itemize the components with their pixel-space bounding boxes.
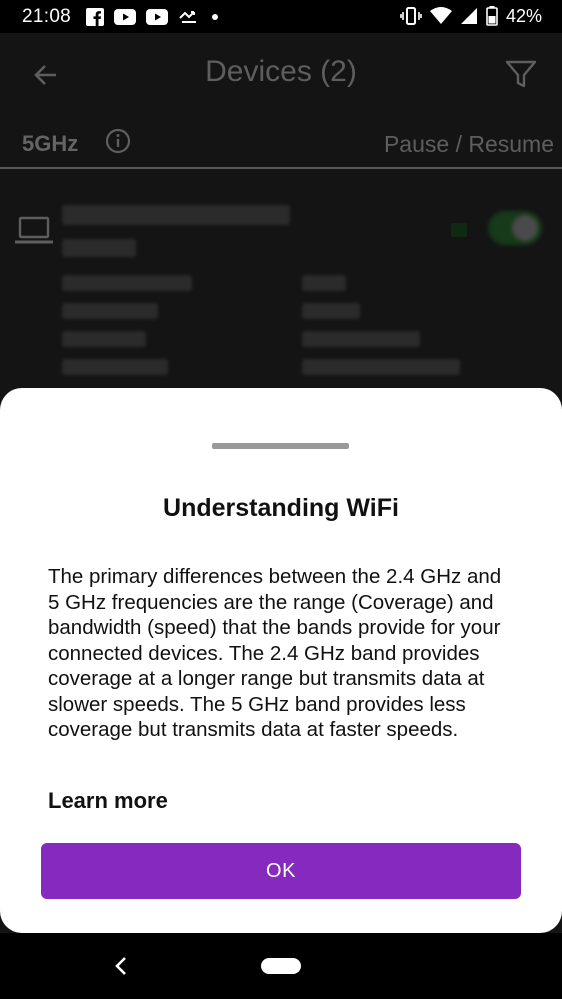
redacted-detail bbox=[302, 331, 420, 347]
page-title: Devices (2) bbox=[205, 55, 357, 88]
understanding-wifi-sheet: Understanding WiFi The primary differenc… bbox=[0, 388, 562, 933]
dot-icon bbox=[210, 12, 220, 22]
youtube-icon bbox=[146, 9, 168, 25]
vibrate-icon bbox=[400, 7, 422, 25]
status-time: 21:08 bbox=[22, 6, 72, 27]
battery-percent: 42% bbox=[505, 5, 542, 26]
facebook-icon bbox=[86, 8, 104, 26]
redacted-detail bbox=[302, 275, 346, 291]
ok-button[interactable]: OK bbox=[41, 843, 521, 899]
learn-more-link[interactable]: Learn more bbox=[48, 788, 168, 814]
drag-handle[interactable] bbox=[212, 443, 349, 449]
battery-icon bbox=[486, 6, 498, 26]
sync-icon bbox=[178, 8, 200, 26]
nav-back-icon[interactable] bbox=[111, 955, 131, 977]
home-pill-icon[interactable] bbox=[261, 958, 301, 974]
wifi-icon bbox=[429, 7, 452, 25]
band-label: 5GHz bbox=[22, 131, 79, 156]
sheet-title: Understanding WiFi bbox=[163, 494, 399, 522]
youtube-icon bbox=[114, 9, 136, 25]
redacted-detail bbox=[62, 359, 168, 375]
redacted-device-sub bbox=[62, 239, 136, 257]
redacted-detail bbox=[62, 275, 192, 291]
device-card[interactable] bbox=[0, 173, 562, 393]
redacted-detail bbox=[302, 359, 460, 375]
sheet-body-text: The primary differences between the 2.4 … bbox=[48, 565, 502, 741]
redacted-detail bbox=[302, 303, 360, 319]
device-toggle[interactable] bbox=[488, 211, 542, 245]
redacted-detail bbox=[62, 303, 158, 319]
redacted-detail bbox=[62, 331, 146, 347]
filter-icon[interactable] bbox=[504, 57, 538, 91]
system-status: 42% bbox=[400, 6, 542, 26]
cell-signal-icon bbox=[460, 7, 478, 25]
navigation-bar bbox=[0, 933, 562, 999]
status-bar: 21:08 42% bbox=[0, 0, 562, 33]
band-row: 5GHz Pause / Resume bbox=[0, 123, 562, 169]
redacted-device-name bbox=[62, 205, 290, 225]
notification-icons bbox=[86, 7, 220, 27]
pause-resume-button[interactable]: Pause / Resume bbox=[384, 131, 554, 158]
app-header: Devices (2) bbox=[0, 33, 562, 113]
info-icon[interactable] bbox=[105, 128, 131, 154]
laptop-icon bbox=[14, 215, 54, 247]
status-indicator bbox=[451, 223, 467, 237]
